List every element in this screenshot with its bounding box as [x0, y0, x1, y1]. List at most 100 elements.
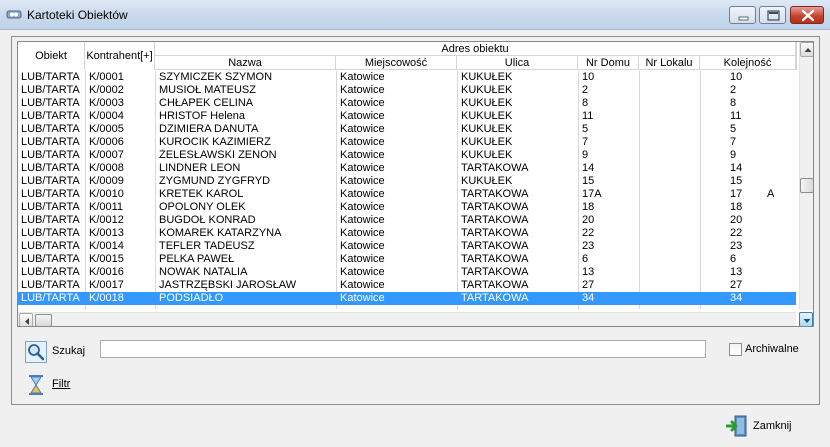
magnifier-icon: [25, 341, 47, 363]
col-header-nazwa[interactable]: Nazwa: [155, 56, 336, 70]
table-row[interactable]: LUB/TARTA K/0017 JASTRZĘBSKI JAROSŁAW Katow…: [18, 279, 796, 292]
table-row[interactable]: LUB/TARTA K/0012 BUGDOŁ KONRAD Katowice TART…: [18, 214, 796, 227]
cell-nazwa: KRETEK KAROL: [159, 188, 244, 200]
col-header-nr-lokalu[interactable]: Nr Lokalu: [639, 56, 700, 70]
table-row[interactable]: LUB/TARTA K/0002 MUSIOŁ MATEUSZ Katowice KUK…: [18, 84, 796, 97]
table-row[interactable]: LUB/TARTA K/0009 ZYGMUND ZYGFRYD Katowice KU…: [18, 175, 796, 188]
table-row[interactable]: LUB/TARTA K/0007 ŻELESŁAWSKI ZENON Katowice…: [18, 149, 796, 162]
cell-extra: [767, 214, 787, 227]
table-row[interactable]: LUB/TARTA K/0003 CHŁAPEK CELINA Katowice KUK…: [18, 97, 796, 110]
cell-nr-lokalu: [643, 97, 699, 110]
cell-obiekt: LUB/TARTA: [21, 292, 80, 304]
vertical-scroll-thumb[interactable]: [800, 178, 813, 193]
close-window-button[interactable]: [790, 6, 824, 24]
cell-extra: [767, 175, 787, 188]
cell-nr-lokalu: [643, 136, 699, 149]
table-row[interactable]: LUB/TARTA K/0005 DZIMIERA DANUTA Katowice KU…: [18, 123, 796, 136]
cell-kolejnosc: 9: [730, 149, 737, 161]
col-header-miejscowosc[interactable]: Miejscowość: [336, 56, 457, 70]
cell-kolejnosc: 15: [730, 175, 743, 187]
maximize-button[interactable]: [759, 6, 786, 24]
cell-kolejnosc: 27: [730, 279, 743, 291]
horizontal-scroll-thumb[interactable]: [35, 314, 52, 326]
col-header-nr-domu[interactable]: Nr Domu: [578, 56, 639, 70]
close-button[interactable]: [725, 415, 748, 437]
cell-obiekt: LUB/TARTA: [21, 214, 80, 226]
cell-obiekt: LUB/TARTA: [21, 123, 80, 135]
cell-miejscowosc: Katowice: [340, 136, 385, 148]
arrow-down-icon: [803, 319, 811, 323]
cell-nazwa: TEFLER TADEUSZ: [159, 240, 255, 252]
cell-ulica: KUKUŁEK: [461, 123, 513, 135]
cell-kolejnosc: 2: [730, 84, 737, 96]
cell-kontrahent: K/0013: [89, 227, 124, 239]
table-row[interactable]: LUB/TARTA K/0011 OPOLONY OLEK Katowice TARTA…: [18, 201, 796, 214]
cell-kolejnosc: 18: [730, 201, 743, 213]
col-header-kontrahent[interactable]: Kontrahent[+]: [85, 42, 155, 70]
cell-obiekt: LUB/TARTA: [21, 136, 80, 148]
cell-extra: A: [767, 188, 775, 200]
archive-checkbox-label[interactable]: Archiwalne: [745, 343, 799, 355]
cell-nazwa: MUSIOŁ MATEUSZ: [159, 84, 256, 96]
cell-extra: [767, 84, 787, 97]
cell-kontrahent: K/0005: [89, 123, 124, 135]
objects-grid[interactable]: Obiekt Kontrahent[+] Adres obiektu Nazwa…: [17, 41, 814, 327]
cell-miejscowosc: Katowice: [340, 123, 385, 135]
horizontal-scrollbar[interactable]: [18, 312, 796, 326]
cell-nr-lokalu: [643, 110, 699, 123]
cell-nr-domu: 15: [582, 175, 595, 187]
table-row[interactable]: LUB/TARTA K/0001 SZYMICZEK SZYMON Katowice K…: [18, 71, 796, 84]
table-row[interactable]: LUB/TARTA K/0016 NOWAK NATALIA Katowice TART…: [18, 266, 796, 279]
table-row[interactable]: LUB/TARTA K/0014 TEFLER TADEUSZ Katowice TAR…: [18, 240, 796, 253]
cell-miejscowosc: Katowice: [340, 292, 385, 304]
vertical-scrollbar[interactable]: [799, 42, 813, 310]
cell-ulica: KUKUŁEK: [461, 97, 513, 109]
close-button-label[interactable]: Zamknij: [753, 420, 792, 432]
col-header-obiekt[interactable]: Obiekt: [18, 42, 85, 70]
filter-button[interactable]: [26, 374, 46, 396]
table-row[interactable]: LUB/TARTA K/0010 KRETEK KAROL Katowice TARTA…: [18, 188, 796, 201]
cell-nr-lokalu: [643, 227, 699, 240]
table-row[interactable]: LUB/TARTA K/0008 LINDNER LEON Katowice TARTA…: [18, 162, 796, 175]
cell-obiekt: LUB/TARTA: [21, 279, 80, 291]
cell-extra: [767, 240, 787, 253]
cell-kolejnosc: 22: [730, 227, 743, 239]
cell-nr-lokalu: [643, 71, 699, 84]
table-row[interactable]: LUB/TARTA K/0004 HRISTOF Helena Katowice KUK…: [18, 110, 796, 123]
table-row[interactable]: LUB/TARTA K/0013 KOMAREK KATARZYNA Katowice…: [18, 227, 796, 240]
title-bar: Kartoteki Obiektów: [0, 0, 830, 30]
cell-kontrahent: K/0008: [89, 162, 124, 174]
scroll-left-button[interactable]: [19, 313, 33, 326]
cell-kontrahent: K/0009: [89, 175, 124, 187]
table-row[interactable]: LUB/TARTA K/0015 PELKA PAWEŁ Katowice TARTAK…: [18, 253, 796, 266]
cell-nazwa: OPOLONY OLEK: [159, 201, 246, 213]
cell-nazwa: KOMAREK KATARZYNA: [159, 227, 282, 239]
cell-miejscowosc: Katowice: [340, 149, 385, 161]
archive-checkbox[interactable]: [729, 343, 742, 356]
table-row[interactable]: LUB/TARTA K/0018 PODSIADŁO Katowice TARTAKOW…: [18, 292, 796, 305]
cell-obiekt: LUB/TARTA: [21, 175, 80, 187]
cell-miejscowosc: Katowice: [340, 84, 385, 96]
scroll-up-button[interactable]: [800, 42, 813, 57]
search-button[interactable]: [25, 341, 47, 363]
cell-miejscowosc: Katowice: [340, 162, 385, 174]
cell-nazwa: CHŁAPEK CELINA: [159, 97, 254, 109]
col-header-kolejnosc[interactable]: Kolejność: [700, 56, 796, 70]
cell-kontrahent: K/0018: [89, 292, 124, 304]
cell-extra: [767, 97, 787, 110]
cell-kolejnosc: 20: [730, 214, 743, 226]
cell-extra: [767, 162, 787, 175]
minimize-button[interactable]: [729, 6, 756, 24]
window-title: Kartoteki Obiektów: [27, 8, 128, 22]
col-header-ulica[interactable]: Ulica: [457, 56, 578, 70]
table-row[interactable]: LUB/TARTA K/0006 KUROCIK KAZIMIERZ Katowice…: [18, 136, 796, 149]
cell-obiekt: LUB/TARTA: [21, 71, 80, 83]
cell-extra: [767, 123, 787, 136]
cell-kontrahent: K/0002: [89, 84, 124, 96]
search-input[interactable]: [100, 340, 706, 358]
scroll-down-button[interactable]: [799, 312, 813, 326]
cell-miejscowosc: Katowice: [340, 201, 385, 213]
cell-nr-lokalu: [643, 149, 699, 162]
cell-nazwa: PODSIADŁO: [159, 292, 224, 304]
cell-obiekt: LUB/TARTA: [21, 188, 80, 200]
